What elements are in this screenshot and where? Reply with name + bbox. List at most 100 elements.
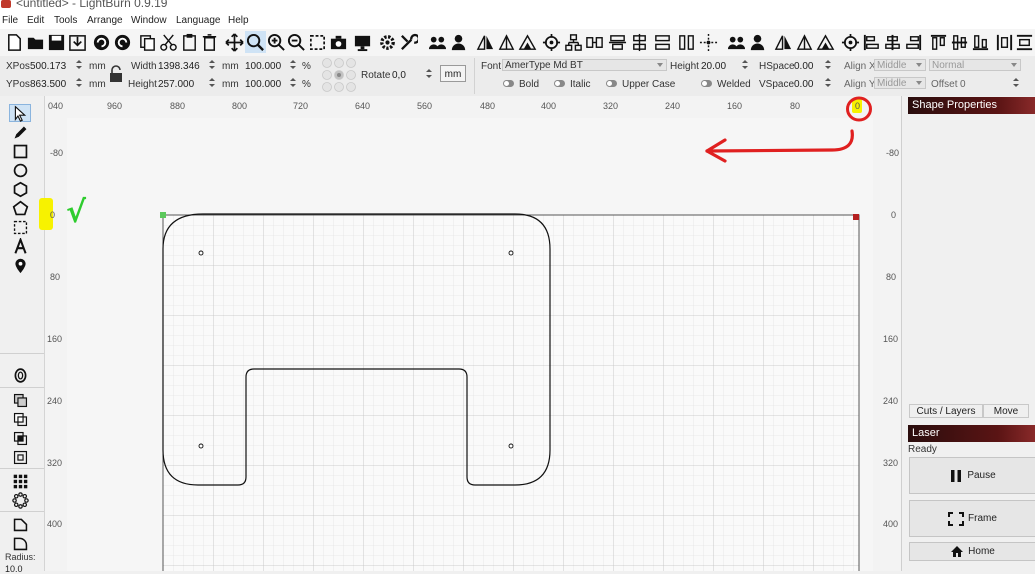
radius-field[interactable]: 10.0 bbox=[5, 564, 23, 574]
align-top-icon[interactable] bbox=[928, 31, 949, 53]
align-x-select[interactable]: Middle bbox=[874, 59, 926, 71]
tab-cuts-layers[interactable]: Cuts / Layers bbox=[909, 404, 983, 418]
menu-tools[interactable]: Tools bbox=[54, 15, 77, 26]
ypos-field[interactable]: 863.500 bbox=[30, 79, 66, 90]
offset-field[interactable]: 0 bbox=[960, 79, 966, 90]
height-spinner[interactable] bbox=[209, 78, 215, 88]
menu-language[interactable]: Language bbox=[176, 15, 221, 26]
open-folder-icon[interactable] bbox=[25, 31, 46, 53]
upper-case-toggle[interactable] bbox=[606, 80, 617, 87]
boolean-intersect-icon[interactable] bbox=[9, 429, 31, 447]
import-icon[interactable] bbox=[67, 31, 88, 53]
users-group-2-icon[interactable] bbox=[726, 31, 747, 53]
ellipse-tool-icon[interactable] bbox=[9, 161, 31, 179]
frame-button[interactable]: Frame bbox=[909, 500, 1035, 537]
rotate-spinner[interactable] bbox=[426, 69, 432, 79]
distribute-h-icon[interactable] bbox=[584, 31, 605, 53]
text-height-field[interactable]: 20.00 bbox=[701, 61, 726, 72]
align-left-icon[interactable] bbox=[861, 31, 882, 53]
settings-gear-icon[interactable] bbox=[377, 31, 398, 53]
ypos-spinner[interactable] bbox=[76, 78, 82, 88]
align-center-h-icon[interactable] bbox=[882, 31, 903, 53]
monitor-icon[interactable] bbox=[352, 31, 373, 53]
select-tool-icon[interactable] bbox=[9, 104, 31, 122]
vspace-field[interactable]: 0.00 bbox=[794, 79, 813, 90]
xpos-field[interactable]: 500.173 bbox=[30, 61, 66, 72]
mirror-2-icon[interactable] bbox=[815, 31, 836, 53]
scale-width-spinner[interactable] bbox=[290, 60, 296, 70]
flip-horizontal-2-icon[interactable] bbox=[773, 31, 794, 53]
mirror-icon[interactable] bbox=[517, 31, 538, 53]
position-marker-icon[interactable] bbox=[9, 256, 31, 274]
pentagon-tool-icon[interactable] bbox=[9, 199, 31, 217]
tab-move[interactable]: Move bbox=[983, 404, 1029, 418]
center-cross-icon[interactable] bbox=[698, 31, 719, 53]
text-mode-select[interactable]: Normal bbox=[929, 59, 1021, 71]
hole-marker[interactable] bbox=[508, 443, 514, 449]
zoom-frame-icon[interactable] bbox=[307, 31, 328, 53]
cut-icon[interactable] bbox=[158, 31, 179, 53]
italic-toggle[interactable] bbox=[554, 80, 565, 87]
width-spinner[interactable] bbox=[209, 60, 215, 70]
align-right-icon[interactable] bbox=[903, 31, 924, 53]
hspace-field[interactable]: 0.00 bbox=[794, 61, 813, 72]
align-tree-icon[interactable] bbox=[563, 31, 584, 53]
user-icon[interactable] bbox=[448, 31, 469, 53]
weld-icon[interactable] bbox=[9, 448, 31, 466]
circular-array-icon[interactable] bbox=[9, 491, 31, 509]
undo-icon[interactable] bbox=[91, 31, 112, 53]
rectangle-tool-icon[interactable] bbox=[9, 142, 31, 160]
flip-vertical-2-icon[interactable] bbox=[794, 31, 815, 53]
camera-icon[interactable] bbox=[328, 31, 349, 53]
align-center-v-icon[interactable] bbox=[607, 31, 628, 53]
width-field[interactable]: 1398.346 bbox=[158, 61, 200, 72]
center-target-2-icon[interactable] bbox=[840, 31, 861, 53]
redo-icon[interactable] bbox=[112, 31, 133, 53]
distribute-cols-icon[interactable] bbox=[994, 31, 1015, 53]
bold-toggle[interactable] bbox=[503, 80, 514, 87]
lock-ratio-icon[interactable] bbox=[109, 65, 123, 86]
home-button[interactable]: Home bbox=[909, 542, 1035, 561]
edit-nodes-pen-icon[interactable] bbox=[9, 123, 31, 141]
menu-file[interactable]: File bbox=[2, 15, 18, 26]
offset-shapes-icon[interactable] bbox=[9, 366, 31, 384]
menu-arrange[interactable]: Arrange bbox=[87, 15, 123, 26]
user-2-icon[interactable] bbox=[747, 31, 768, 53]
delete-icon[interactable] bbox=[199, 31, 220, 53]
height-field[interactable]: 257.000 bbox=[158, 79, 194, 90]
hole-marker[interactable] bbox=[508, 250, 514, 256]
grid-array-icon[interactable] bbox=[9, 472, 31, 490]
align-vcenter-icon[interactable] bbox=[949, 31, 970, 53]
offset-spinner[interactable] bbox=[1013, 78, 1019, 88]
font-select[interactable]: AmerType Md BT bbox=[502, 59, 667, 71]
hole-marker[interactable] bbox=[198, 250, 204, 256]
zoom-out-icon[interactable] bbox=[286, 31, 307, 53]
welded-toggle[interactable] bbox=[701, 80, 712, 87]
menu-edit[interactable]: Edit bbox=[27, 15, 44, 26]
boolean-union-icon[interactable] bbox=[9, 391, 31, 409]
align-middle-icon[interactable] bbox=[629, 31, 650, 53]
save-icon[interactable] bbox=[46, 31, 67, 53]
pause-button[interactable]: Pause bbox=[909, 457, 1035, 494]
frame-select-icon[interactable] bbox=[9, 218, 31, 236]
align-columns-icon[interactable] bbox=[676, 31, 697, 53]
scale-height-field[interactable]: 100.000 bbox=[245, 79, 281, 90]
distribute-rows-icon[interactable] bbox=[1014, 31, 1035, 53]
hole-marker[interactable] bbox=[198, 443, 204, 449]
scale-height-spinner[interactable] bbox=[290, 78, 296, 88]
menu-window[interactable]: Window bbox=[131, 15, 167, 26]
users-group-icon[interactable] bbox=[427, 31, 448, 53]
move-icon[interactable] bbox=[224, 31, 245, 53]
rotate-field[interactable]: 0,0 bbox=[392, 70, 406, 81]
vspace-spinner[interactable] bbox=[825, 78, 831, 88]
flip-horizontal-icon[interactable] bbox=[475, 31, 496, 53]
units-toggle-button[interactable]: mm bbox=[440, 65, 466, 82]
new-file-icon[interactable] bbox=[4, 31, 25, 53]
corner-tool-icon[interactable] bbox=[9, 515, 31, 533]
text-height-spinner[interactable] bbox=[742, 60, 748, 70]
hspace-spinner[interactable] bbox=[825, 60, 831, 70]
scale-width-field[interactable]: 100.000 bbox=[245, 61, 281, 72]
anchor-point-grid[interactable] bbox=[320, 57, 358, 98]
xpos-spinner[interactable] bbox=[76, 60, 82, 70]
tools-wrench-icon[interactable] bbox=[398, 31, 419, 53]
